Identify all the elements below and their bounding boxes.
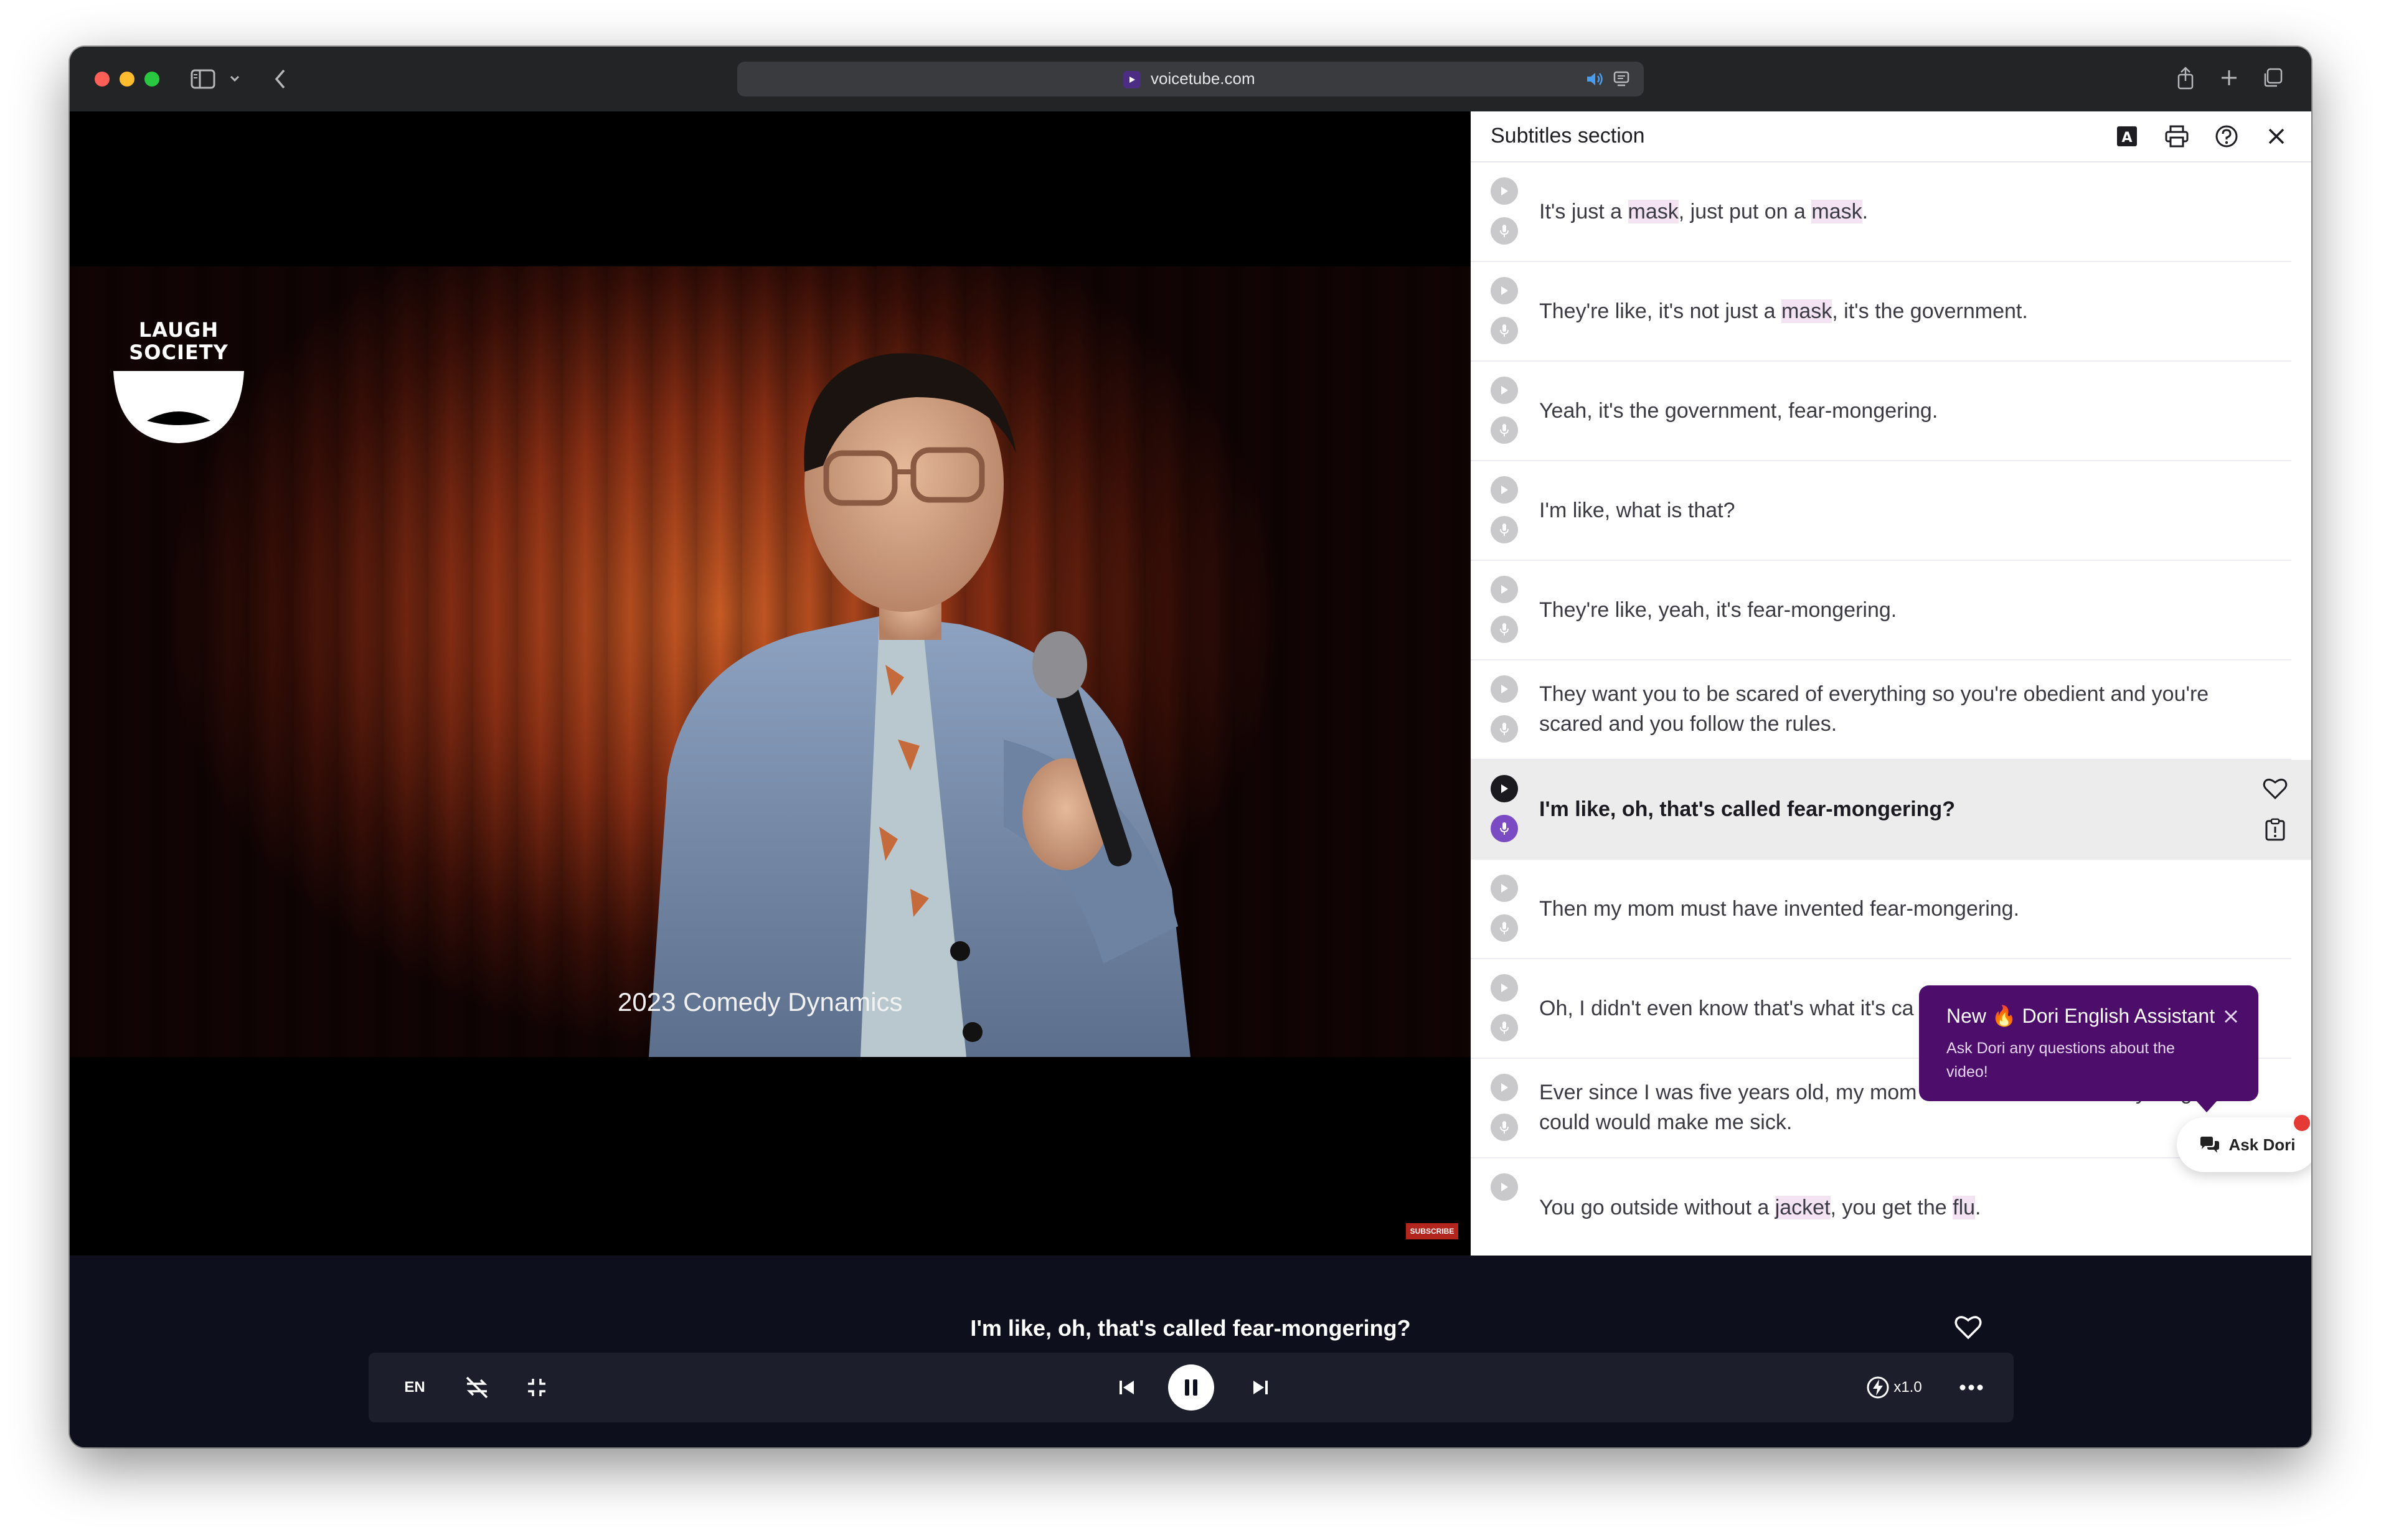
tooltip-title: New 🔥 Dori English Assistant: [1946, 1005, 2215, 1027]
panel-title: Subtitles section: [1491, 124, 1645, 148]
panel-header: Subtitles section A: [1471, 111, 2311, 162]
subtitle-text: I'm like, what is that?: [1539, 499, 1735, 522]
lightning-speed-icon: [1867, 1376, 1889, 1399]
subtitle-text: It's just a mask, just put on a mask.: [1539, 200, 1869, 223]
subtitle-text: Yeah, it's the government, fear-mongerin…: [1539, 399, 1938, 423]
site-favicon-icon: [1123, 71, 1141, 88]
play-line-icon[interactable]: [1491, 675, 1518, 703]
browser-window: voicetube.com LAUGH SOCIETY 2023 Comedy …: [70, 47, 2311, 1447]
previous-line-icon[interactable]: [1110, 1370, 1144, 1405]
sidebar-toggle-icon[interactable]: [189, 67, 217, 92]
record-mic-icon[interactable]: [1491, 815, 1518, 842]
subscribe-badge[interactable]: SUBSCRIBE: [1406, 1223, 1458, 1239]
print-icon[interactable]: [2163, 123, 2190, 150]
subtitle-row[interactable]: They want you to be scared of everything…: [1471, 660, 2291, 760]
dori-assistant-tooltip: New 🔥 Dori English Assistant Ask Dori an…: [1919, 985, 2258, 1101]
subtitle-text: Then my mom must have invented fear-mong…: [1539, 897, 2020, 921]
video-frame[interactable]: LAUGH SOCIETY 2023 Comedy Dynamics: [70, 266, 1471, 1057]
subtitle-row[interactable]: Yeah, it's the government, fear-mongerin…: [1471, 362, 2291, 461]
record-mic-icon[interactable]: [1491, 616, 1518, 643]
speaker-icon[interactable]: [1585, 69, 1605, 89]
record-mic-icon[interactable]: [1491, 914, 1518, 942]
subtitle-row[interactable]: They're like, it's not just a mask, it's…: [1471, 262, 2291, 362]
svg-text:A: A: [2121, 130, 2132, 146]
subtitle-row[interactable]: It's just a mask, just put on a mask.: [1471, 162, 2291, 262]
subtitle-text: They're like, it's not just a mask, it's…: [1539, 299, 2028, 323]
tooltip-close-icon[interactable]: [2218, 1004, 2243, 1029]
subtitle-row[interactable]: Then my mom must have invented fear-mong…: [1471, 860, 2291, 959]
favorite-subtitle-heart-icon[interactable]: [1953, 1312, 1984, 1343]
subtitle-text: You go outside without a jacket, you get…: [1539, 1196, 1981, 1219]
speed-label: x1.0: [1893, 1379, 1922, 1396]
heart-icon[interactable]: [2261, 775, 2289, 802]
playback-speed-button[interactable]: x1.0: [1863, 1370, 1925, 1405]
play-line-icon[interactable]: [1491, 277, 1518, 304]
tab-overview-icon[interactable]: [2260, 65, 2285, 90]
play-line-icon[interactable]: [1491, 775, 1518, 802]
play-line-icon[interactable]: [1491, 476, 1518, 504]
address-bar[interactable]: voicetube.com: [737, 62, 1644, 96]
ask-dori-button[interactable]: Ask Dori: [2177, 1115, 2311, 1172]
share-icon[interactable]: [2172, 64, 2199, 92]
more-options-icon[interactable]: [1953, 1370, 1990, 1405]
play-line-icon[interactable]: [1491, 974, 1518, 1002]
record-mic-icon[interactable]: [1491, 217, 1518, 245]
play-line-icon[interactable]: [1491, 1074, 1518, 1101]
play-line-icon[interactable]: [1491, 377, 1518, 404]
subtitle-language-button[interactable]: EN: [398, 1370, 431, 1405]
close-icon[interactable]: [2263, 123, 2290, 150]
tooltip-arrow: [2195, 1100, 2218, 1112]
subtitle-row-active[interactable]: I'm like, oh, that's called fear-mongeri…: [1471, 760, 2311, 860]
minimize-window-button[interactable]: [120, 72, 134, 87]
subtitle-row[interactable]: I'm like, what is that?: [1471, 461, 2291, 561]
play-line-icon[interactable]: [1491, 177, 1518, 205]
record-mic-icon[interactable]: [1491, 317, 1518, 344]
subtitle-text: They're like, yeah, it's fear-mongering.: [1539, 598, 1897, 622]
help-icon[interactable]: [2213, 123, 2240, 150]
pause-button[interactable]: [1168, 1364, 1214, 1411]
subtitle-text: I'm like, oh, that's called fear-mongeri…: [1539, 797, 1955, 821]
clipboard-icon[interactable]: [2261, 816, 2289, 843]
exit-fullscreen-icon[interactable]: [519, 1370, 554, 1405]
font-size-icon[interactable]: A: [2113, 123, 2141, 150]
back-arrow-icon[interactable]: [268, 67, 293, 92]
comedian-figure: [649, 353, 1190, 1057]
notification-dot: [2294, 1115, 2310, 1131]
close-window-button[interactable]: [95, 72, 110, 87]
new-tab-icon[interactable]: [2217, 65, 2242, 90]
next-line-icon[interactable]: [1243, 1370, 1278, 1405]
subtitle-row[interactable]: They're like, yeah, it's fear-mongering.: [1471, 561, 2291, 660]
ask-dori-label: Ask Dori: [2228, 1135, 2296, 1154]
zoom-window-button[interactable]: [144, 72, 159, 87]
record-mic-icon[interactable]: [1491, 1114, 1518, 1141]
video-caption-overlay: 2023 Comedy Dynamics: [618, 987, 903, 1016]
play-line-icon[interactable]: [1491, 875, 1518, 902]
record-mic-icon[interactable]: [1491, 715, 1518, 743]
record-mic-icon[interactable]: [1491, 516, 1518, 543]
chevron-down-icon[interactable]: [228, 72, 242, 85]
player-controls: EN x1.0: [369, 1353, 2014, 1422]
reader-icon[interactable]: [1611, 69, 1631, 89]
record-mic-icon[interactable]: [1491, 1014, 1518, 1041]
record-mic-icon[interactable]: [1491, 416, 1518, 444]
play-line-icon[interactable]: [1491, 576, 1518, 603]
browser-toolbar: voicetube.com: [70, 47, 2311, 111]
chat-bubbles-icon: [2200, 1137, 2219, 1153]
subtitle-text: They want you to be scared of everything…: [1539, 682, 2209, 736]
video-player[interactable]: LAUGH SOCIETY 2023 Comedy Dynamics SUBSCR…: [70, 111, 1471, 1256]
laugh-society-logo: LAUGH SOCIETY: [110, 319, 248, 448]
url-text: voicetube.com: [1151, 69, 1255, 88]
fire-icon: 🔥: [1991, 1005, 2017, 1027]
tooltip-body: Ask Dori any questions about the video!: [1946, 1040, 2175, 1081]
subtitle-row[interactable]: You go outside without a jacket, you get…: [1471, 1158, 2291, 1256]
repeat-off-icon[interactable]: [460, 1370, 494, 1405]
play-line-icon[interactable]: [1491, 1173, 1518, 1201]
